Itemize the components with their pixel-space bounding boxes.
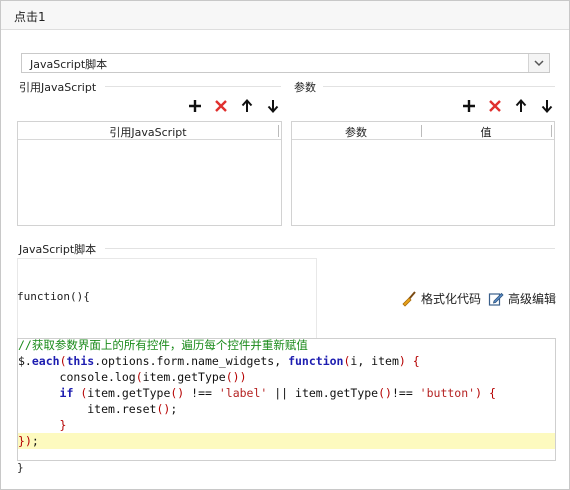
divider <box>323 86 555 87</box>
delete-icon[interactable] <box>486 97 504 115</box>
column-header-value: 值 <box>480 126 492 139</box>
references-section-title: 引用JavaScript <box>19 81 97 94</box>
column-separator <box>278 125 279 137</box>
code-line: //获取参数界面上的所有控件，遍历每个控件并重新赋值 <box>18 338 308 352</box>
script-type-value: JavaScript脚本 <box>30 58 108 71</box>
references-table[interactable]: 引用JavaScript <box>17 121 282 226</box>
column-separator <box>551 125 552 137</box>
code-line: item.reset(); <box>18 402 178 416</box>
chevron-down-icon[interactable] <box>528 54 549 72</box>
column-header-param: 参数 <box>345 126 367 139</box>
params-section-title: 参数 <box>294 81 316 94</box>
divider <box>105 86 281 87</box>
code-editor[interactable]: //获取参数界面上的所有控件，遍历每个控件并重新赋值 $.each(this.o… <box>17 338 556 461</box>
code-line: if (item.getType() !== 'label' || item.g… <box>59 386 496 400</box>
function-head: function(){ <box>17 290 90 303</box>
move-down-icon[interactable] <box>538 97 556 115</box>
title-bar: 点击1 <box>1 1 569 30</box>
broom-icon <box>401 290 417 307</box>
script-section-title: JavaScript脚本 <box>19 243 97 256</box>
advanced-edit-button[interactable]: 高级编辑 <box>488 290 556 307</box>
add-icon[interactable] <box>186 97 204 115</box>
references-toolbar <box>186 97 282 115</box>
delete-icon[interactable] <box>212 97 230 115</box>
references-table-header: 引用JavaScript <box>18 122 281 140</box>
add-icon[interactable] <box>460 97 478 115</box>
move-down-icon[interactable] <box>264 97 282 115</box>
move-up-icon[interactable] <box>512 97 530 115</box>
code-line: console.log(item.getType()) <box>18 370 247 384</box>
params-toolbar <box>460 97 556 115</box>
code-line: } <box>18 418 67 432</box>
function-tail: } <box>17 461 24 474</box>
code-line: $.each(this.options.form.name_widgets, f… <box>18 354 420 368</box>
advanced-edit-label: 高级编辑 <box>508 292 557 306</box>
params-table[interactable]: 参数 值 <box>291 121 555 226</box>
dialog-frame: 点击1 JavaScript脚本 引用JavaScript 引用JavaScri… <box>0 0 570 490</box>
params-table-header: 参数 值 <box>292 122 554 140</box>
format-code-button[interactable]: 格式化代码 <box>401 290 481 307</box>
divider <box>105 248 555 249</box>
script-type-select[interactable]: JavaScript脚本 <box>21 53 550 73</box>
window-title: 点击1 <box>14 10 46 24</box>
code-line-highlighted: }); <box>18 433 555 449</box>
column-header: 引用JavaScript <box>109 126 187 139</box>
format-code-label: 格式化代码 <box>421 292 482 306</box>
edit-icon <box>488 291 504 307</box>
move-up-icon[interactable] <box>238 97 256 115</box>
